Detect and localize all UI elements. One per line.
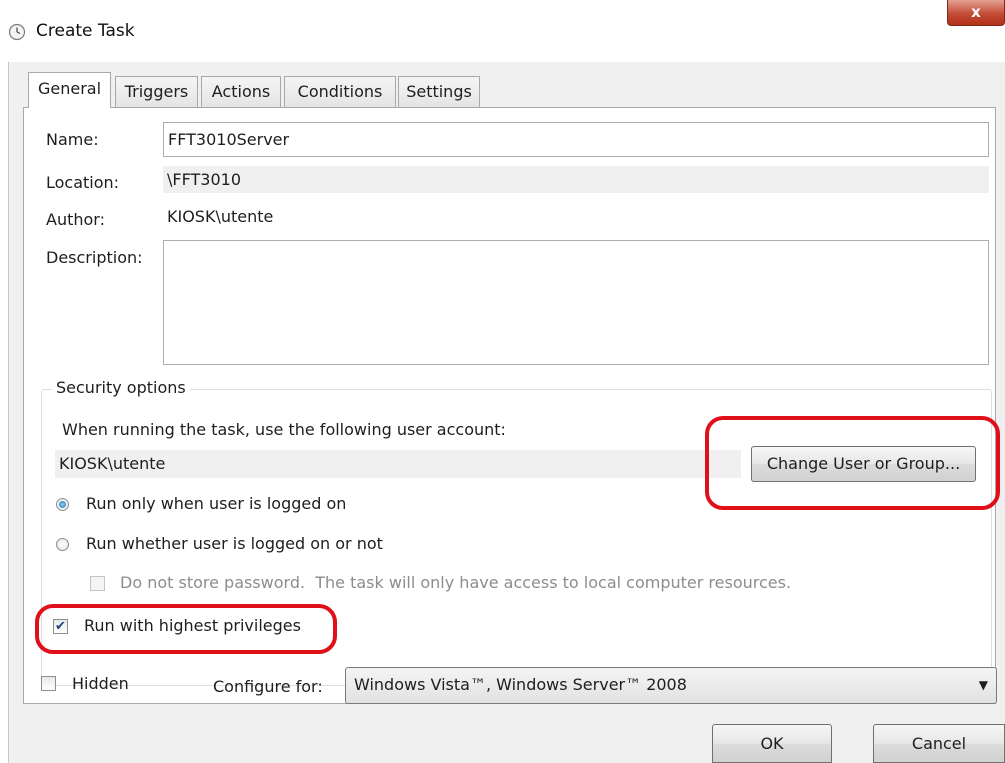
configure-for-value: Windows Vista™, Windows Server™ 2008 xyxy=(354,675,687,694)
cancel-button-label: Cancel xyxy=(911,734,967,753)
tab-label: Triggers xyxy=(124,82,189,101)
location-value: \FFT3010 xyxy=(163,166,989,193)
run-only-logged-on-label[interactable]: Run only when user is logged on xyxy=(86,494,346,513)
highest-privileges-highlight-annotation xyxy=(35,604,337,654)
location-label: Location: xyxy=(46,173,120,192)
do-not-store-password-label[interactable]: Do not store password. The task will onl… xyxy=(120,573,791,592)
hidden-label[interactable]: Hidden xyxy=(72,674,129,693)
tab-actions[interactable]: Actions xyxy=(201,76,281,107)
run-whether-logged-on-label[interactable]: Run whether user is logged on or not xyxy=(86,534,383,553)
cancel-button[interactable]: Cancel xyxy=(873,724,1005,763)
security-options-legend: Security options xyxy=(52,378,190,397)
close-button[interactable]: x xyxy=(947,0,1005,26)
hidden-checkbox[interactable] xyxy=(41,676,56,691)
configure-for-label: Configure for: xyxy=(213,677,323,696)
do-not-store-password-checkbox[interactable] xyxy=(90,576,105,591)
description-label: Description: xyxy=(46,248,143,267)
tab-triggers[interactable]: Triggers xyxy=(115,76,198,107)
author-value: KIOSK\utente xyxy=(167,207,274,226)
author-label: Author: xyxy=(46,210,105,229)
title-bar: Create Task x xyxy=(0,0,1005,62)
name-label: Name: xyxy=(46,130,99,149)
tab-label: Conditions xyxy=(297,82,383,101)
account-prompt: When running the task, use the following… xyxy=(62,420,506,439)
name-value: FFT3010Server xyxy=(168,130,290,149)
configure-for-select[interactable]: Windows Vista™, Windows Server™ 2008 ▼ xyxy=(345,667,997,704)
tab-general[interactable]: General xyxy=(28,72,111,108)
dropdown-arrow-icon: ▼ xyxy=(978,678,988,692)
close-icon: x xyxy=(971,3,981,21)
tab-label: Actions xyxy=(211,82,271,101)
name-field[interactable]: FFT3010Server xyxy=(163,122,989,157)
clock-icon xyxy=(8,23,26,41)
tab-settings[interactable]: Settings xyxy=(398,76,480,107)
run-whether-logged-on-radio[interactable] xyxy=(56,538,69,551)
tab-label: General xyxy=(37,79,102,98)
description-field[interactable] xyxy=(163,240,989,365)
user-account-value: KIOSK\utente xyxy=(55,450,741,478)
ok-button-label: OK xyxy=(760,734,784,753)
tab-conditions[interactable]: Conditions xyxy=(284,76,396,107)
change-user-highlight-annotation xyxy=(705,416,1000,510)
ok-button[interactable]: OK xyxy=(712,724,832,763)
run-only-logged-on-radio[interactable] xyxy=(56,498,69,511)
window-title: Create Task xyxy=(36,21,135,41)
tab-label: Settings xyxy=(406,82,472,101)
